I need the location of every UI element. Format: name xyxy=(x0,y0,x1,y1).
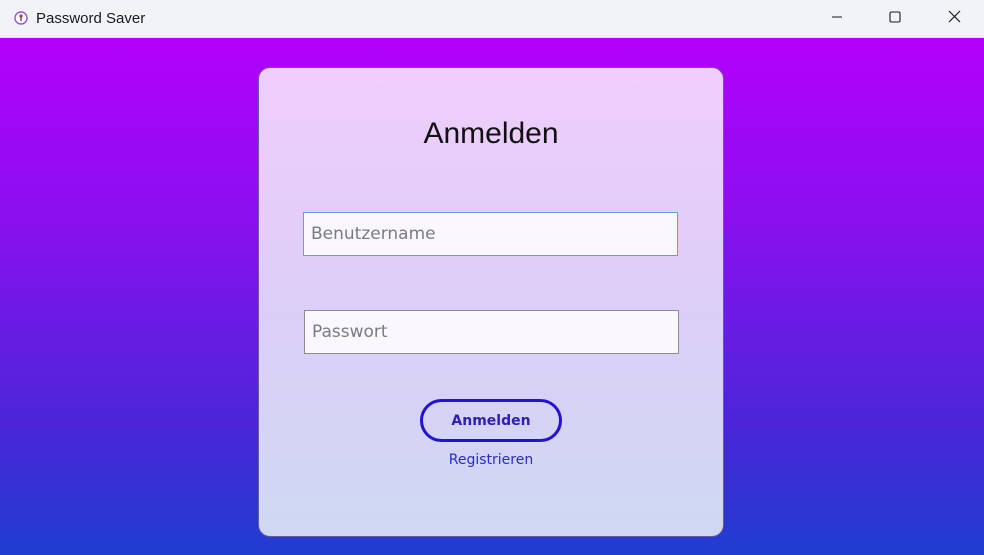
gradient-background: Anmelden Anmelden Registrieren xyxy=(0,38,984,555)
title-bar: Password Saver xyxy=(0,0,984,38)
minimize-button[interactable] xyxy=(808,0,866,38)
login-card: Anmelden Anmelden Registrieren xyxy=(258,67,724,537)
maximize-button[interactable] xyxy=(866,0,924,38)
close-button[interactable] xyxy=(925,0,983,38)
username-input[interactable] xyxy=(303,212,678,256)
login-title: Anmelden xyxy=(423,117,559,150)
app-icon xyxy=(14,11,28,25)
close-icon xyxy=(948,10,961,28)
app-window: Password Saver Anmelden Anme xyxy=(0,0,984,555)
login-button[interactable]: Anmelden xyxy=(420,399,562,442)
minimize-icon xyxy=(831,10,843,28)
window-title: Password Saver xyxy=(36,10,146,27)
password-input[interactable] xyxy=(304,310,679,354)
maximize-icon xyxy=(889,10,901,28)
register-link[interactable]: Registrieren xyxy=(259,452,723,468)
